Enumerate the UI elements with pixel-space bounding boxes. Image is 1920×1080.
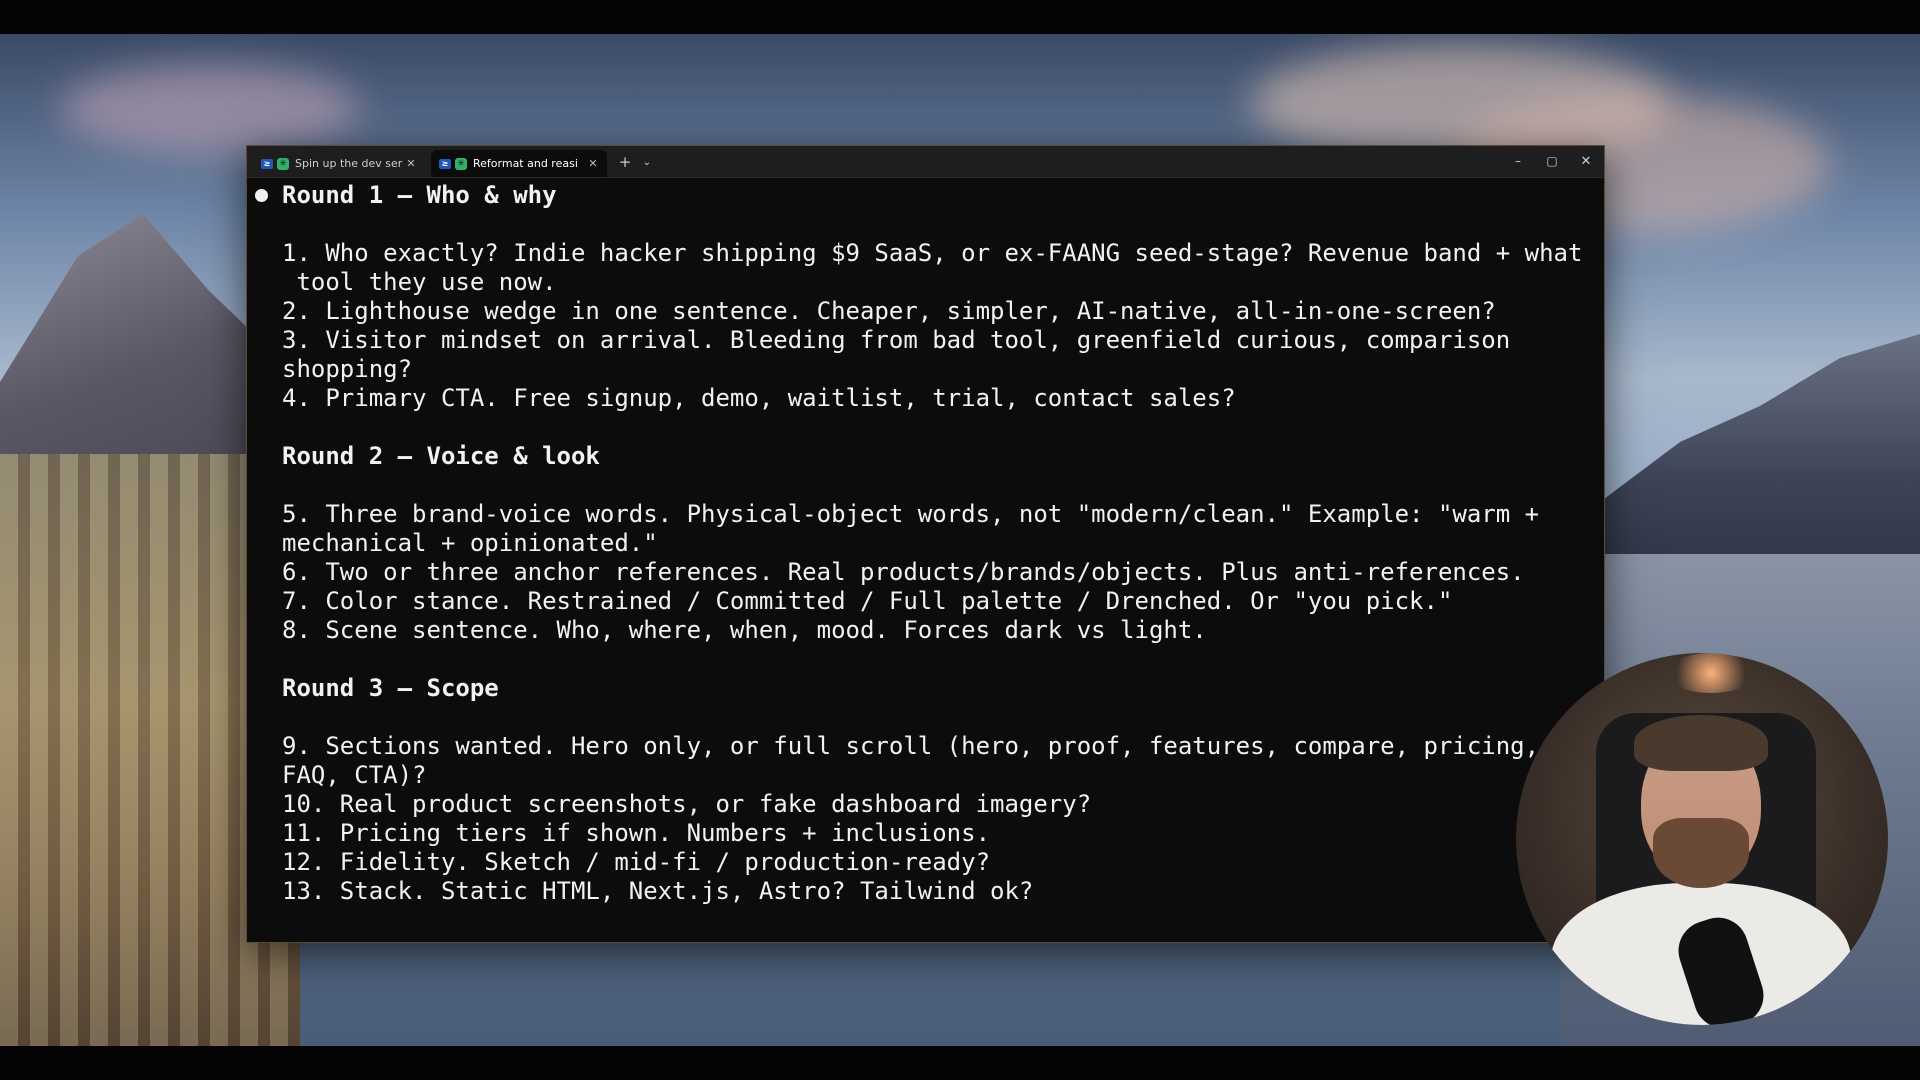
terminal-tab-1[interactable]: ≥ ✳ Spin up the dev ser ✕ — [253, 150, 425, 177]
question-line: 13. Stack. Static HTML, Next.js, Astro? … — [282, 877, 1034, 905]
question-line: 10. Real product screenshots, or fake da… — [282, 790, 1092, 818]
question-line: tool they use now. — [282, 268, 557, 296]
bullet-icon — [255, 189, 268, 202]
powershell-icon: ≥ — [439, 158, 451, 169]
video-letterbox-top — [0, 0, 1920, 34]
question-line: 12. Fidelity. Sketch / mid-fi / producti… — [282, 848, 991, 876]
question-line: 2. Lighthouse wedge in one sentence. Che… — [282, 297, 1496, 325]
question-line: 7. Color stance. Restrained / Committed … — [282, 587, 1453, 615]
round-2-heading: Round 2 — Voice & look — [282, 442, 600, 470]
video-letterbox-bottom — [0, 1046, 1920, 1080]
question-line: 11. Pricing tiers if shown. Numbers + in… — [282, 819, 991, 847]
right-mountain — [1600, 334, 1920, 574]
question-line: 1. Who exactly? Indie hacker shipping $9… — [282, 239, 1583, 267]
round-1-heading: Round 1 — Who & why — [282, 181, 557, 209]
minimize-button[interactable]: – — [1504, 150, 1532, 172]
round-3-heading: Round 3 — Scope — [282, 674, 499, 702]
tab-close-icon[interactable]: ✕ — [403, 157, 419, 170]
tab-label: Spin up the dev ser — [295, 157, 403, 170]
tab-close-icon[interactable]: ✕ — [585, 157, 601, 170]
new-tab-button[interactable]: + — [615, 152, 635, 172]
webcam-overlay — [1516, 653, 1888, 1025]
terminal-window: ≥ ✳ Spin up the dev ser ✕ ≥ ✳ Reformat a… — [246, 145, 1605, 943]
question-line: 8. Scene sentence. Who, where, when, moo… — [282, 616, 1207, 644]
tab-label: Reformat and reasi — [473, 157, 578, 170]
terminal-output[interactable]: Round 1 — Who & why 1. Who exactly? Indi… — [247, 177, 1604, 942]
terminal-titlebar[interactable]: ≥ ✳ Spin up the dev ser ✕ ≥ ✳ Reformat a… — [247, 146, 1604, 178]
sparkle-icon: ✳ — [277, 157, 289, 170]
question-line: 9. Sections wanted. Hero only, or full s… — [282, 732, 1540, 760]
close-window-button[interactable]: ✕ — [1572, 150, 1600, 172]
question-line: 6. Two or three anchor references. Real … — [282, 558, 1525, 586]
powershell-icon: ≥ — [261, 158, 273, 169]
maximize-button[interactable]: ▢ — [1538, 150, 1566, 172]
question-line: 4. Primary CTA. Free signup, demo, waitl… — [282, 384, 1236, 412]
sparkle-icon: ✳ — [455, 157, 467, 170]
terminal-tab-2-active[interactable]: ≥ ✳ Reformat and reasi ✕ — [431, 150, 607, 177]
question-line: 3. Visitor mindset on arrival. Bleeding … — [282, 326, 1511, 354]
question-line: FAQ, CTA)? — [282, 761, 427, 789]
question-line: 5. Three brand-voice words. Physical-obj… — [282, 500, 1540, 528]
question-line: shopping? — [282, 355, 413, 383]
tab-dropdown-icon[interactable]: ⌄ — [639, 152, 655, 172]
question-line: mechanical + opinionated." — [282, 529, 658, 557]
